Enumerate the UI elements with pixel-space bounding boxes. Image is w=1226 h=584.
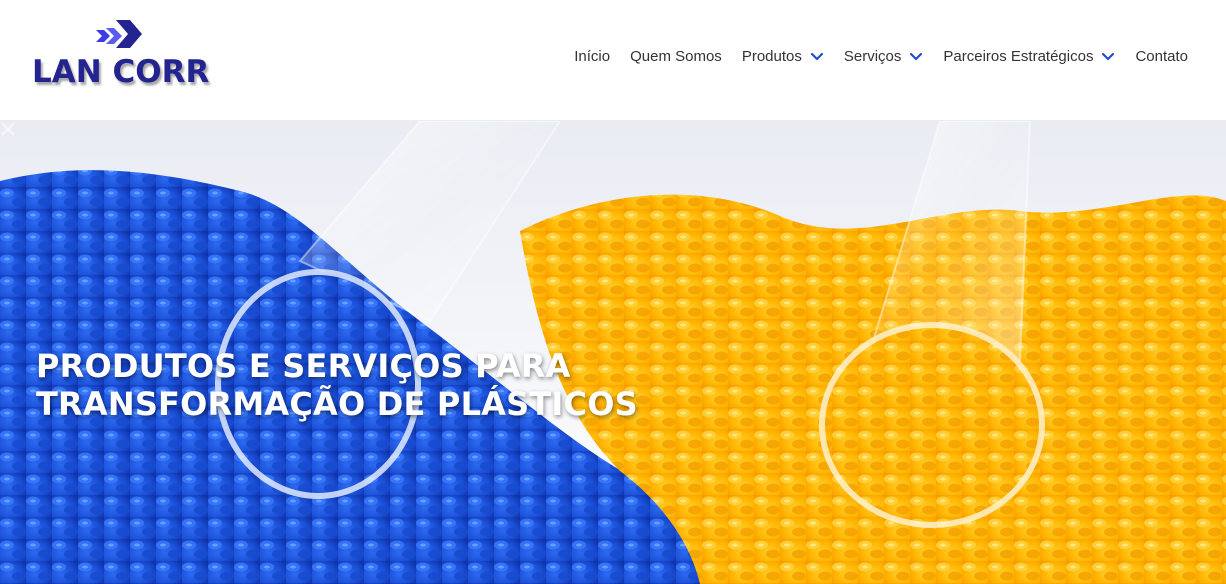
chevron-down-icon[interactable]	[1101, 52, 1115, 62]
nav-item-contato[interactable]: Contato	[1135, 48, 1188, 65]
nav-item-produtos[interactable]: Produtos	[742, 48, 824, 65]
nav-item-label: Início	[574, 48, 611, 65]
hero-title-line: PRODUTOS E SERVIÇOS PARA	[36, 347, 571, 385]
nav-item-label: Produtos	[741, 48, 802, 65]
chevron-down-icon[interactable]	[810, 52, 824, 62]
chevron-right-icon[interactable]	[0, 121, 10, 137]
brand-logo[interactable]: LAN CORR	[30, 16, 230, 90]
hero-title: PRODUTOS E SERVIÇOS PARA TRANSFORMAÇÃO D…	[36, 347, 638, 423]
logo-arrows-icon	[96, 20, 142, 48]
nav-item-servicos[interactable]: Serviços	[844, 48, 924, 65]
main-nav: Início Quem Somos Produtos Serviços Parc…	[554, 48, 1188, 65]
brand-name: LAN CORR	[32, 54, 210, 90]
nav-item-label: Serviços	[843, 48, 902, 65]
nav-item-parceiros[interactable]: Parceiros Estratégicos	[943, 48, 1115, 65]
chevron-down-icon[interactable]	[909, 52, 923, 62]
hero-title-line: TRANSFORMAÇÃO DE PLÁSTICOS	[36, 385, 638, 423]
nav-item-inicio[interactable]: Início	[574, 48, 610, 65]
nav-item-label: Quem Somos	[630, 48, 722, 65]
site-header: LAN CORR Início Quem Somos Produtos Serv…	[0, 0, 1226, 121]
nav-item-label: Contato	[1135, 48, 1188, 65]
hero-slider: PRODUTOS E SERVIÇOS PARA TRANSFORMAÇÃO D…	[0, 121, 1226, 584]
nav-item-quem-somos[interactable]: Quem Somos	[630, 48, 722, 65]
nav-item-label: Parceiros Estratégicos	[943, 48, 1094, 65]
